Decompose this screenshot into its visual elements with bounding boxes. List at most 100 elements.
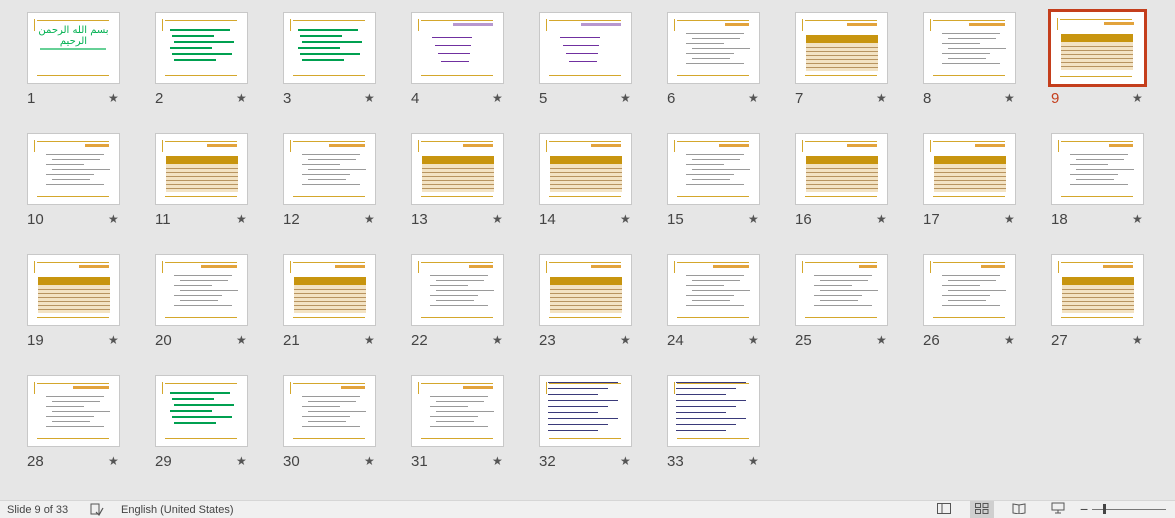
slide-preview[interactable] [155, 12, 248, 84]
slide-preview[interactable] [923, 133, 1016, 205]
star-icon[interactable]: ★ [492, 454, 503, 468]
slide-preview[interactable] [27, 133, 120, 205]
slide-thumbnail-30[interactable]: 30 ★ [283, 375, 403, 485]
reading-view-button[interactable] [1007, 501, 1031, 518]
slide-preview[interactable] [1051, 133, 1144, 205]
slide-preview[interactable] [667, 12, 760, 84]
zoom-out-icon[interactable]: − [1080, 501, 1088, 517]
slide-preview[interactable] [667, 375, 760, 447]
slide-thumbnail-3[interactable]: 3 ★ [283, 12, 403, 122]
star-icon[interactable]: ★ [1132, 212, 1143, 226]
slide-thumbnail-11[interactable]: 11 ★ [155, 133, 275, 243]
slide-preview[interactable] [411, 375, 504, 447]
star-icon[interactable]: ★ [620, 454, 631, 468]
slide-preview[interactable] [283, 133, 376, 205]
slide-preview[interactable] [923, 12, 1016, 84]
slide-preview[interactable] [795, 12, 888, 84]
star-icon[interactable]: ★ [748, 333, 759, 347]
slide-thumbnail-17[interactable]: 17 ★ [923, 133, 1043, 243]
slide-thumbnail-10[interactable]: 10 ★ [27, 133, 147, 243]
star-icon[interactable]: ★ [876, 91, 887, 105]
slide-preview[interactable] [155, 254, 248, 326]
star-icon[interactable]: ★ [748, 454, 759, 468]
star-icon[interactable]: ★ [108, 91, 119, 105]
slide-preview[interactable] [155, 133, 248, 205]
slide-preview[interactable] [283, 254, 376, 326]
star-icon[interactable]: ★ [236, 212, 247, 226]
slide-thumbnail-33[interactable]: 33 ★ [667, 375, 787, 485]
slide-preview[interactable] [1051, 254, 1144, 326]
star-icon[interactable]: ★ [620, 333, 631, 347]
star-icon[interactable]: ★ [492, 212, 503, 226]
star-icon[interactable]: ★ [1132, 91, 1143, 105]
slide-thumbnail-24[interactable]: 24 ★ [667, 254, 787, 364]
star-icon[interactable]: ★ [876, 333, 887, 347]
slide-preview[interactable] [923, 254, 1016, 326]
slide-thumbnail-29[interactable]: 29 ★ [155, 375, 275, 485]
star-icon[interactable]: ★ [364, 212, 375, 226]
slide-thumbnail-5[interactable]: 5 ★ [539, 12, 659, 122]
slide-preview[interactable]: بسم الله الرحمن الرحیم [27, 12, 120, 84]
slide-thumbnail-15[interactable]: 15 ★ [667, 133, 787, 243]
slide-preview[interactable] [27, 254, 120, 326]
star-icon[interactable]: ★ [364, 91, 375, 105]
slide-preview[interactable] [411, 254, 504, 326]
slide-thumbnail-26[interactable]: 26 ★ [923, 254, 1043, 364]
slide-thumbnail-16[interactable]: 16 ★ [795, 133, 915, 243]
slide-thumbnail-22[interactable]: 22 ★ [411, 254, 531, 364]
star-icon[interactable]: ★ [364, 333, 375, 347]
star-icon[interactable]: ★ [236, 454, 247, 468]
slide-preview[interactable] [283, 375, 376, 447]
slide-thumbnail-4[interactable]: 4 ★ [411, 12, 531, 122]
slide-preview[interactable] [411, 133, 504, 205]
language-label[interactable]: English (United States) [121, 504, 234, 516]
star-icon[interactable]: ★ [1004, 212, 1015, 226]
slide-preview[interactable] [539, 133, 632, 205]
star-icon[interactable]: ★ [108, 333, 119, 347]
star-icon[interactable]: ★ [1004, 333, 1015, 347]
slide-preview[interactable] [667, 133, 760, 205]
slide-thumbnail-18[interactable]: 18 ★ [1051, 133, 1171, 243]
star-icon[interactable]: ★ [876, 212, 887, 226]
star-icon[interactable]: ★ [1004, 91, 1015, 105]
slide-preview[interactable] [667, 254, 760, 326]
slide-thumbnail-23[interactable]: 23 ★ [539, 254, 659, 364]
slide-thumbnail-1[interactable]: بسم الله الرحمن الرحیم 1 ★ [27, 12, 147, 122]
slide-thumbnail-6[interactable]: 6 ★ [667, 12, 787, 122]
slide-thumbnail-31[interactable]: 31 ★ [411, 375, 531, 485]
star-icon[interactable]: ★ [1132, 333, 1143, 347]
star-icon[interactable]: ★ [620, 91, 631, 105]
slide-thumbnail-28[interactable]: 28 ★ [27, 375, 147, 485]
slide-thumbnail-7[interactable]: 7 ★ [795, 12, 915, 122]
slide-preview[interactable] [539, 375, 632, 447]
star-icon[interactable]: ★ [748, 91, 759, 105]
slide-preview[interactable] [411, 12, 504, 84]
slide-thumbnail-8[interactable]: 8 ★ [923, 12, 1043, 122]
slide-preview[interactable] [155, 375, 248, 447]
spell-check-icon[interactable] [90, 503, 104, 516]
slide-thumbnail-21[interactable]: 21 ★ [283, 254, 403, 364]
slide-thumbnail-9[interactable]: 9 ★ [1048, 9, 1171, 122]
zoom-slider-thumb[interactable] [1103, 504, 1106, 514]
slide-preview[interactable] [539, 12, 632, 84]
star-icon[interactable]: ★ [620, 212, 631, 226]
slide-thumbnail-19[interactable]: 19 ★ [27, 254, 147, 364]
slide-preview[interactable] [1048, 9, 1147, 87]
slide-preview[interactable] [27, 375, 120, 447]
star-icon[interactable]: ★ [108, 454, 119, 468]
star-icon[interactable]: ★ [236, 333, 247, 347]
slide-thumbnail-14[interactable]: 14 ★ [539, 133, 659, 243]
slide-sorter-view-button[interactable] [970, 501, 994, 518]
slide-thumbnail-25[interactable]: 25 ★ [795, 254, 915, 364]
star-icon[interactable]: ★ [492, 333, 503, 347]
normal-view-button[interactable] [932, 501, 956, 518]
slide-preview[interactable] [795, 254, 888, 326]
star-icon[interactable]: ★ [108, 212, 119, 226]
star-icon[interactable]: ★ [748, 212, 759, 226]
slide-preview[interactable] [539, 254, 632, 326]
slide-preview[interactable] [283, 12, 376, 84]
slide-thumbnail-20[interactable]: 20 ★ [155, 254, 275, 364]
slide-thumbnail-27[interactable]: 27 ★ [1051, 254, 1171, 364]
slide-thumbnail-13[interactable]: 13 ★ [411, 133, 531, 243]
slide-thumbnail-2[interactable]: 2 ★ [155, 12, 275, 122]
